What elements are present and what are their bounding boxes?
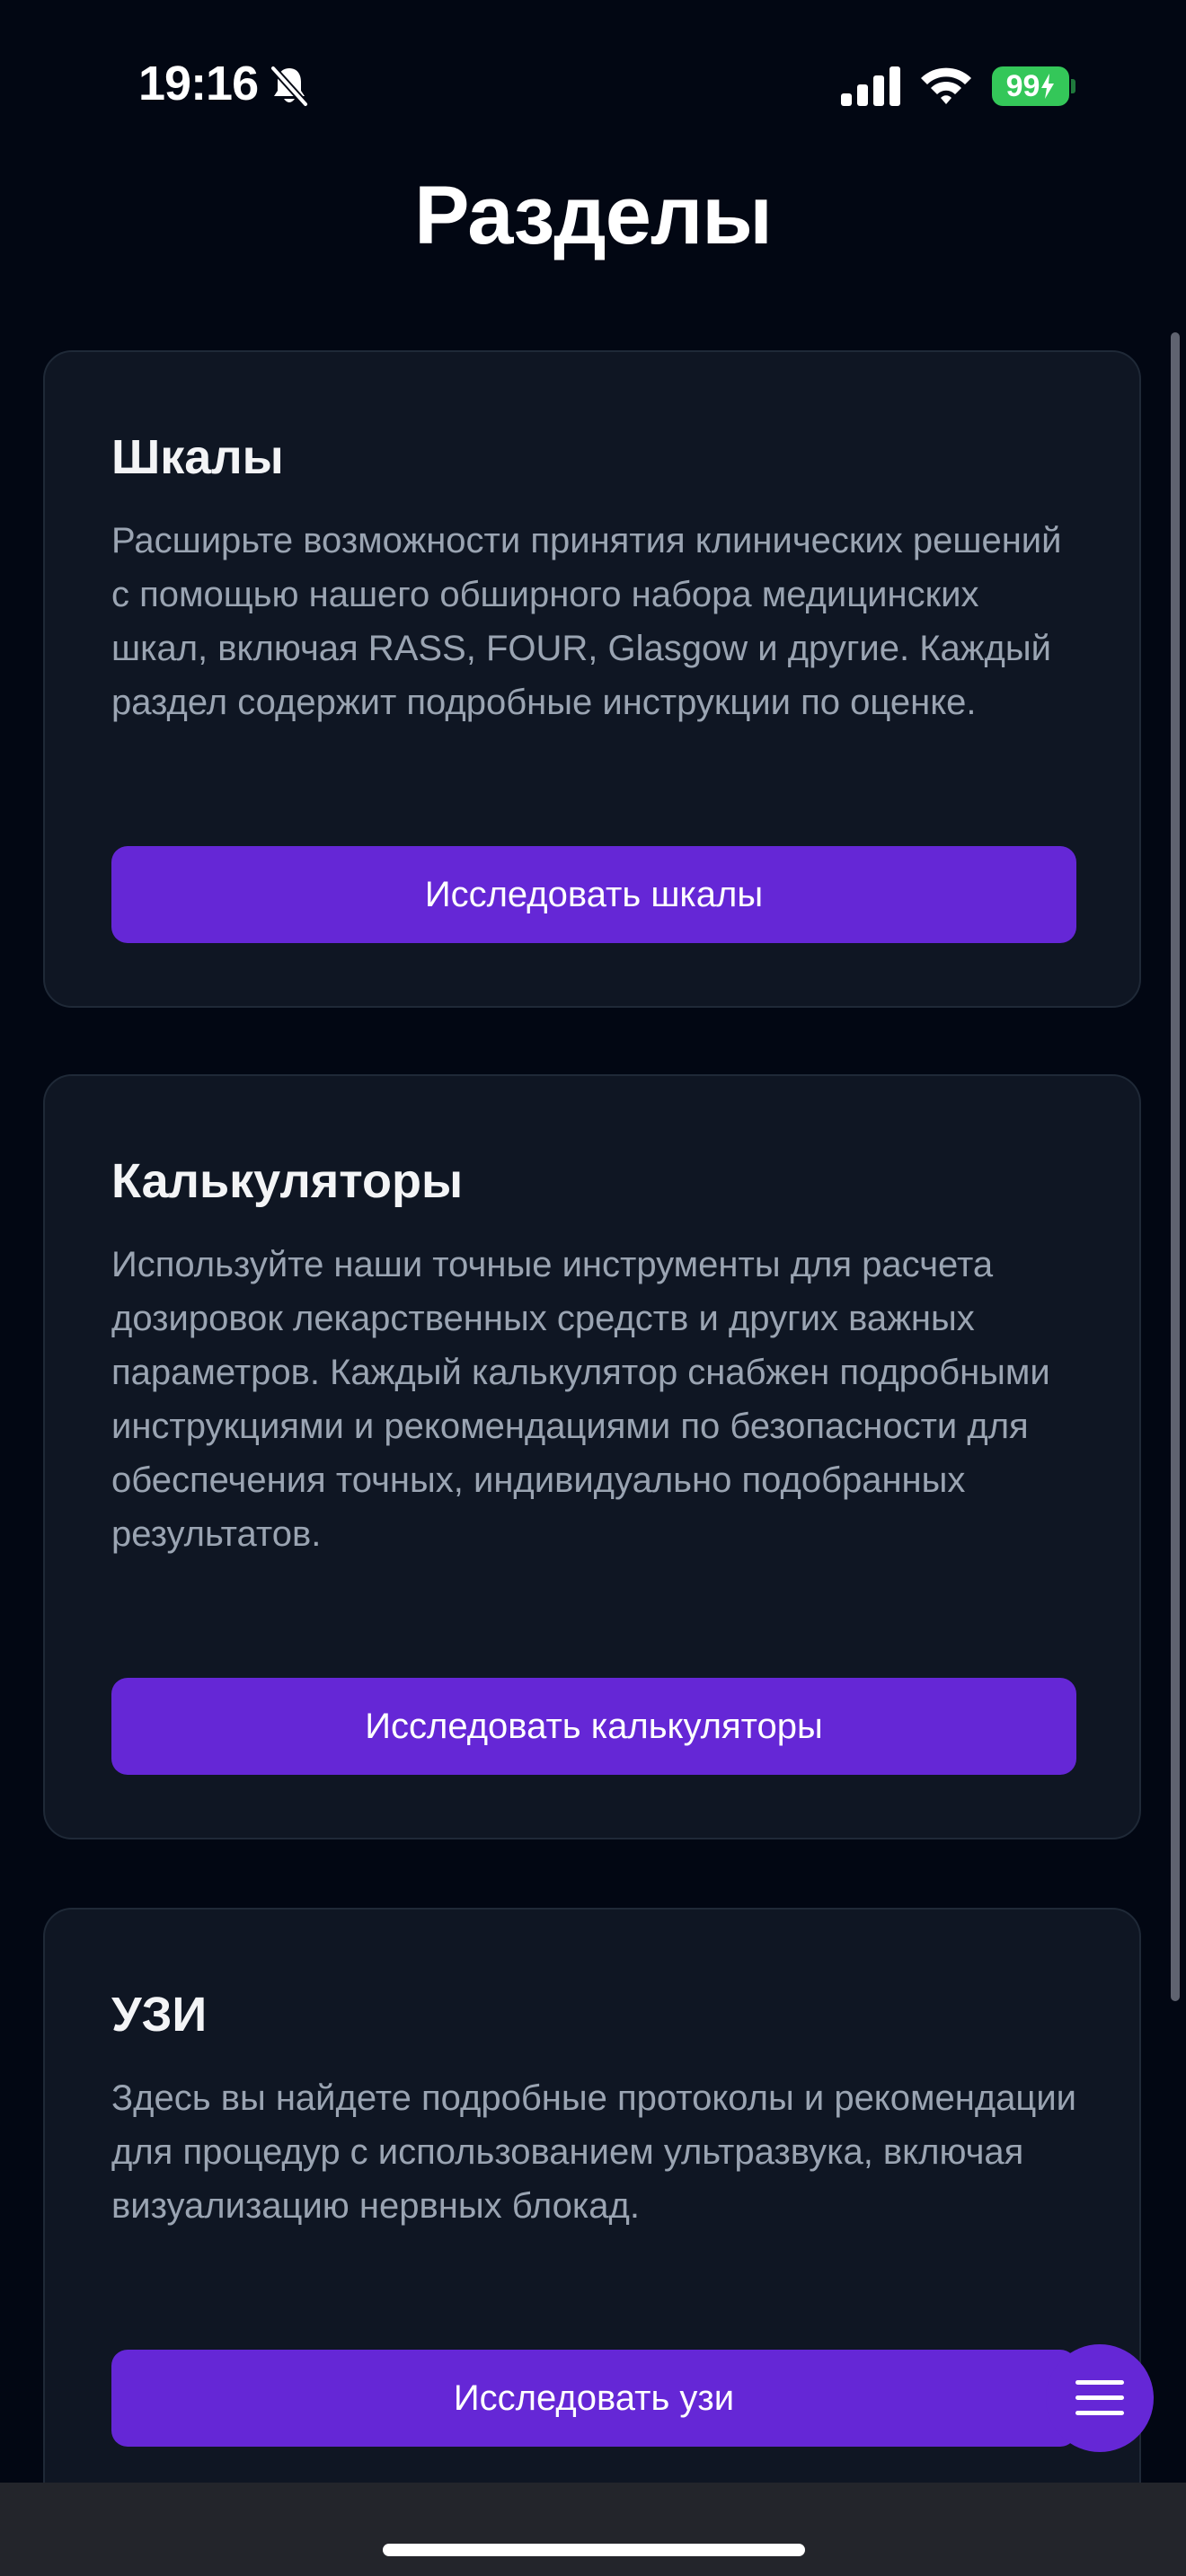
status-time: 19:16 bbox=[138, 57, 259, 110]
card-calculators: Калькуляторы Используйте наши точные инс… bbox=[43, 1074, 1141, 1839]
scrollbar[interactable] bbox=[1171, 332, 1180, 2001]
bolt-icon bbox=[1041, 74, 1055, 99]
card-description: Используйте наши точные инструменты для … bbox=[111, 1245, 1050, 1554]
menu-button[interactable] bbox=[1046, 2344, 1154, 2452]
card-description: Расширьте возможности принятия клиническ… bbox=[111, 521, 1062, 722]
signal-icon bbox=[841, 66, 900, 106]
home-indicator[interactable] bbox=[383, 2544, 805, 2556]
bell-slash-icon bbox=[270, 66, 308, 107]
explore-calculators-button[interactable]: Исследовать калькуляторы bbox=[111, 1678, 1076, 1775]
battery-level: 99 bbox=[1005, 68, 1040, 103]
battery-icon: 99 bbox=[992, 66, 1069, 106]
bottom-bar bbox=[0, 2483, 1186, 2576]
explore-ultrasound-button[interactable]: Исследовать узи bbox=[111, 2350, 1076, 2447]
card-title: Шкалы bbox=[111, 430, 284, 484]
battery-cap bbox=[1071, 79, 1075, 93]
card-title: УЗИ bbox=[111, 1988, 208, 2042]
explore-scales-button[interactable]: Исследовать шкалы bbox=[111, 846, 1076, 943]
page-title: Разделы bbox=[414, 170, 773, 261]
card-title: Калькуляторы bbox=[111, 1154, 464, 1208]
status-bar: 19:16 99 bbox=[0, 0, 1186, 171]
menu-icon bbox=[1075, 2380, 1124, 2415]
wifi-icon bbox=[921, 67, 971, 104]
card-ultrasound: УЗИ Здесь вы найдете подробные протоколы… bbox=[43, 1908, 1141, 2554]
card-description: Здесь вы найдете подробные протоколы и р… bbox=[111, 2078, 1077, 2226]
card-scales: Шкалы Расширьте возможности принятия кли… bbox=[43, 350, 1141, 1008]
